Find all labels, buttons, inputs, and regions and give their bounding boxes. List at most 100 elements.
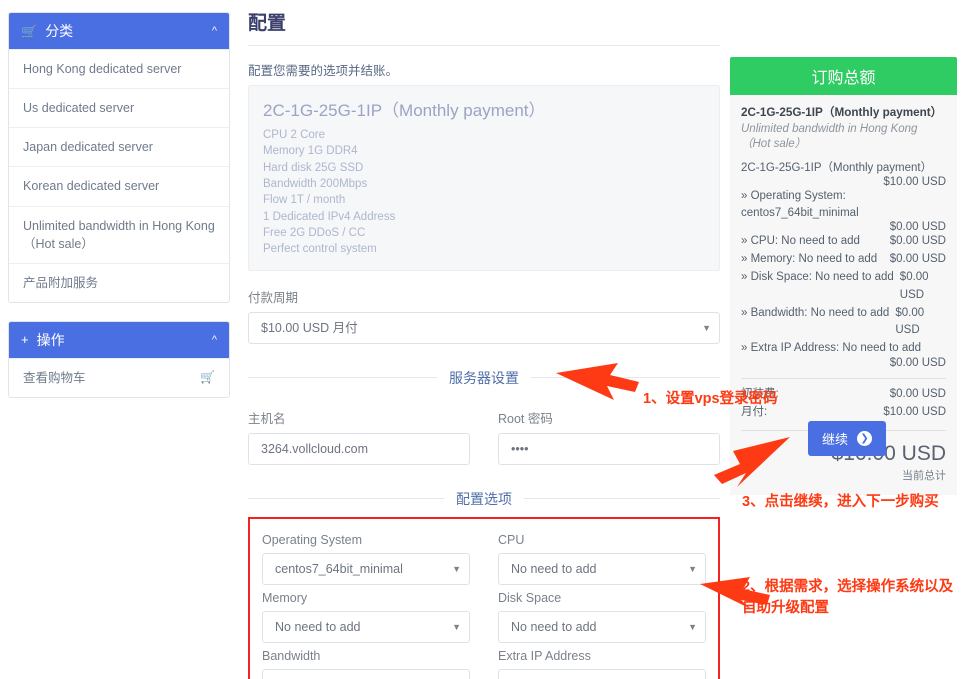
continue-button-label: 继续 — [822, 432, 849, 447]
extra-ip-select[interactable]: No need to add ▼ — [498, 668, 706, 679]
product-spec-ddos: Free 2G DDoS / CC — [263, 226, 366, 239]
summary-option-os-price: $0.00 USD — [889, 221, 946, 234]
server-settings-title: 服务器设置 — [449, 369, 519, 386]
memory-select[interactable]: No need to add ▼ — [262, 610, 470, 643]
chevron-down-icon: ▼ — [452, 563, 461, 574]
chevron-up-icon[interactable]: ^ — [212, 25, 217, 37]
actions-panel-title: 操作 — [36, 331, 65, 348]
billing-cycle-select[interactable]: $10.00 USD 月付 ▼ — [248, 311, 720, 344]
chevron-down-icon: ▼ — [688, 563, 697, 574]
sidebar-item-label: Hong Kong dedicated server — [23, 62, 182, 76]
sidebar-item-label: 查看购物车 — [23, 370, 86, 385]
hostname-input[interactable]: 3264.vollcloud.com — [248, 432, 470, 465]
sidebar-item-view-cart[interactable]: 查看购物车 🛒 — [9, 357, 229, 397]
divider-line-left — [248, 498, 444, 500]
config-options-title: 配置选项 — [456, 490, 512, 507]
summary-option-cpu: » CPU: No need to add $0.00 USD — [741, 233, 946, 251]
summary-option-memory-label: » Memory: No need to add — [741, 253, 878, 266]
cpu-select[interactable]: No need to add ▼ — [498, 552, 706, 585]
product-spec-ipv4: 1 Dedicated IPv4 Address — [263, 210, 396, 223]
billing-cycle-value: $10.00 USD 月付 — [248, 311, 720, 344]
divider-line-right — [531, 377, 720, 379]
sidebar-item-label: Korean dedicated server — [23, 179, 160, 194]
chevron-down-icon: ▼ — [452, 621, 461, 632]
summary-option-memory: » Memory: No need to add $0.00 USD — [741, 251, 946, 269]
actions-panel: + 操作 ^ 查看购物车 🛒 — [8, 320, 230, 398]
root-password-input[interactable]: •••• — [498, 432, 720, 465]
chevron-down-icon: ▼ — [688, 621, 697, 632]
bandwidth-select[interactable]: No need to add ▼ — [262, 668, 470, 679]
operating-system-label: Operating System — [262, 532, 363, 547]
billing-cycle-label: 付款周期 — [248, 290, 299, 305]
extra-ip-value: No need to add — [498, 668, 706, 679]
product-spec-bandwidth: Bandwidth 200Mbps — [263, 177, 368, 190]
disk-space-select[interactable]: No need to add ▼ — [498, 610, 706, 643]
hostname-label: 主机名 — [248, 411, 286, 426]
summary-option-disk: » Disk Space: No need to add $0.00 USD — [741, 269, 946, 305]
operating-system-select[interactable]: centos7_64bit_minimal ▼ — [262, 552, 470, 585]
summary-total-caption: 当前总计 — [902, 470, 946, 483]
divider-line-right — [524, 498, 720, 500]
page-title: 配置 — [248, 8, 720, 46]
memory-group: Memory No need to add ▼ — [262, 585, 470, 643]
chevron-down-icon: ▼ — [702, 322, 711, 333]
summary-option-disk-price: $0.00 USD — [899, 270, 929, 301]
annotation-step-3: 3、点击继续，进入下一步购买 — [742, 494, 939, 510]
summary-setup-fee-value: $0.00 USD — [889, 387, 946, 400]
summary-option-extra-ip: » Extra IP Address: No need to add — [741, 342, 922, 355]
checkout-page: 🛒 分类 ^ Hong Kong dedicated server Us ded… — [0, 0, 964, 679]
continue-button[interactable]: 继续 ❯ — [808, 421, 887, 456]
categories-panel-title: 分类 — [45, 23, 74, 39]
disk-space-group: Disk Space No need to add ▼ — [498, 585, 706, 643]
product-summary-box: 2C-1G-25G-1IP（Monthly payment） CPU 2 Cor… — [248, 85, 720, 271]
extra-ip-label: Extra IP Address — [498, 648, 591, 663]
summary-category: Unlimited bandwidth in Hong Kong（Hot sal… — [741, 122, 918, 151]
config-options-divider: 配置选项 — [248, 489, 720, 509]
summary-option-bandwidth: » Bandwidth: No need to add $0.00 USD — [741, 305, 946, 341]
config-options-box: Operating System centos7_64bit_minimal ▼… — [248, 516, 720, 679]
disk-space-value: No need to add — [498, 610, 706, 643]
summary-divider-1 — [741, 377, 946, 379]
categories-panel-header[interactable]: 🛒 分类 ^ — [9, 13, 229, 49]
hostname-field-group: 主机名 3264.vollcloud.com — [248, 392, 470, 465]
order-summary-title: 订购总额 — [730, 57, 957, 95]
bandwidth-label: Bandwidth — [262, 648, 321, 663]
summary-option-bandwidth-price: $0.00 USD — [895, 306, 925, 337]
sidebar-item-addon-services[interactable]: 产品附加服务 — [9, 262, 229, 302]
arrow-right-circle-icon: ❯ — [857, 431, 873, 446]
product-spec-control: Perfect control system — [263, 243, 377, 256]
chevron-up-icon[interactable]: ^ — [212, 334, 217, 346]
sidebar-item-label: Unlimited bandwidth in Hong Kong（Hot sal… — [23, 218, 215, 251]
main-content: 配置 配置您需要的选项并结账。 2C-1G-25G-1IP（Monthly pa… — [248, 8, 720, 679]
summary-option-os: » Operating System: centos7_64bit_minima… — [741, 189, 859, 219]
extra-ip-group: Extra IP Address No need to add ▼ — [498, 643, 706, 679]
summary-option-cpu-label: » CPU: No need to add — [741, 235, 860, 248]
categories-panel: 🛒 分类 ^ Hong Kong dedicated server Us ded… — [8, 12, 230, 303]
sidebar-item-hong-kong-dedicated[interactable]: Hong Kong dedicated server — [9, 49, 229, 88]
root-password-label: Root 密码 — [498, 411, 553, 426]
cart-icon: 🛒 — [21, 23, 38, 39]
config-options-row-1: Operating System centos7_64bit_minimal ▼… — [262, 527, 706, 585]
sidebar-item-japan-dedicated[interactable]: Japan dedicated server — [9, 127, 229, 166]
sidebar-item-us-dedicated[interactable]: Us dedicated server — [9, 88, 229, 127]
summary-base-item: 2C-1G-25G-1IP（Monthly payment） — [741, 161, 933, 174]
config-options-row-2: Memory No need to add ▼ Disk Space No ne… — [262, 585, 706, 643]
server-settings-divider: 服务器设置 — [248, 368, 720, 388]
bandwidth-value: No need to add — [262, 668, 470, 679]
annotation-step-1: 1、设置vps登录密码 — [643, 391, 778, 407]
summary-product-name: 2C-1G-25G-1IP（Monthly payment） — [741, 106, 943, 119]
operating-system-value: centos7_64bit_minimal — [262, 552, 470, 585]
config-options-row-3: Bandwidth No need to add ▼ Extra IP Addr… — [262, 643, 706, 679]
summary-option-disk-label: » Disk Space: No need to add — [741, 270, 894, 283]
operating-system-group: Operating System centos7_64bit_minimal ▼ — [262, 527, 470, 585]
sidebar-item-korean-dedicated[interactable]: Korean dedicated server — [9, 166, 229, 205]
actions-panel-header[interactable]: + 操作 ^ — [9, 321, 229, 358]
product-spec-memory: Memory 1G DDR4 — [263, 145, 358, 158]
summary-monthly-value: $10.00 USD — [883, 405, 946, 418]
sidebar-item-unlimited-bandwidth-hk[interactable]: Unlimited bandwidth in Hong Kong（Hot sal… — [9, 205, 229, 263]
page-subtitle: 配置您需要的选项并结账。 — [248, 64, 399, 78]
summary-option-extra-ip-price: $0.00 USD — [889, 356, 946, 369]
cpu-group: CPU No need to add ▼ — [498, 527, 706, 585]
sidebar-item-label: 产品附加服务 — [23, 275, 99, 290]
disk-space-label: Disk Space — [498, 590, 562, 605]
